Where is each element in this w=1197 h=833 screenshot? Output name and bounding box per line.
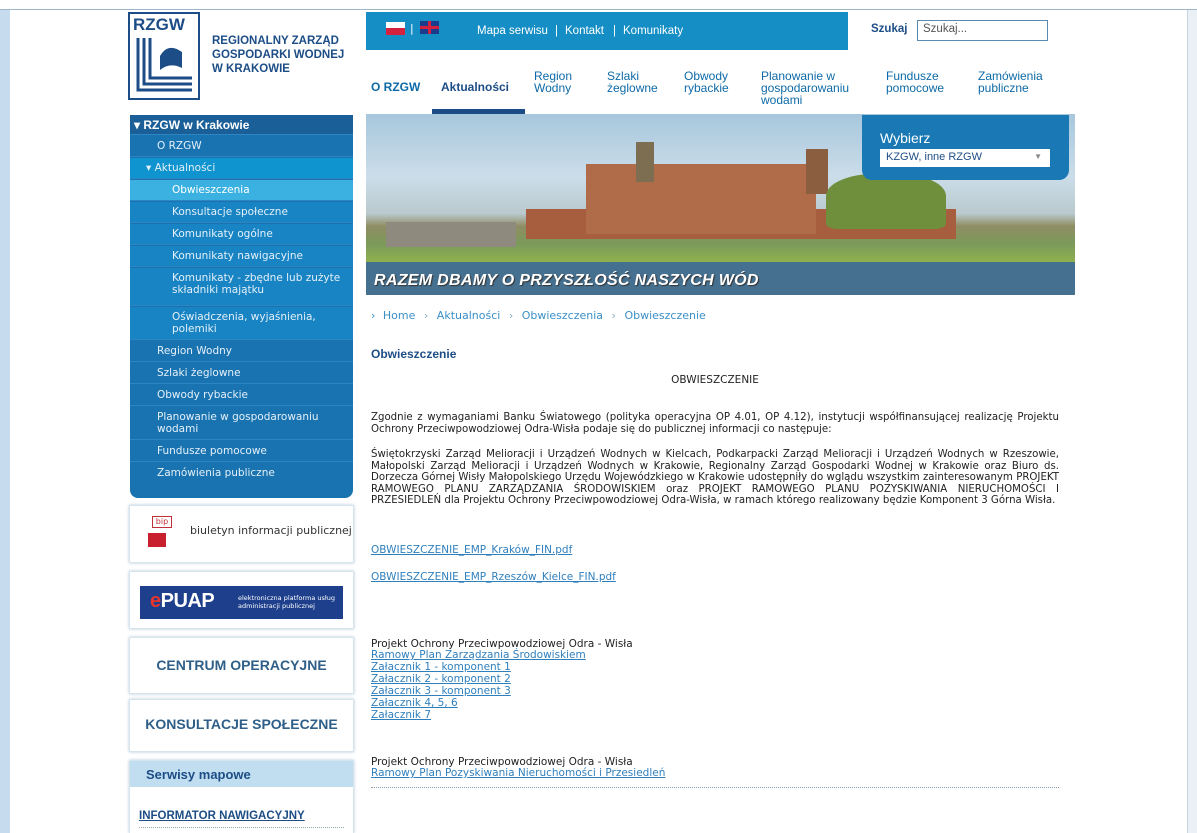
breadcrumb-separator: ›	[508, 309, 514, 322]
polish-flag-icon[interactable]	[386, 22, 405, 35]
nav-fundusze[interactable]: Fundusze pomocowe	[886, 70, 944, 94]
bip-logo-text: bip	[152, 516, 172, 528]
sidebar-item-obwieszczenia[interactable]: Obwieszczenia	[130, 180, 353, 201]
link-zalacznik-1[interactable]: Załacznik 1 - komponent 1	[371, 661, 511, 674]
sidebar-item-aktualnosci[interactable]: ▾ Aktualności	[130, 158, 353, 179]
nav-zamowienia[interactable]: Zamówienia publiczne	[978, 70, 1043, 94]
intro-paragraph: Zgodnie z wymaganiami Banku Światowego (…	[371, 412, 1059, 435]
nav-szlaki-zeglowne[interactable]: Szlaki żeglowne	[607, 70, 658, 94]
nav-aktualnosci[interactable]: Aktualności	[441, 81, 509, 93]
bip-banner[interactable]: bip biuletyn informacji publicznej	[129, 505, 354, 563]
sidebar-item-komunikaty-majatek[interactable]: Komunikaty - zbędne lub zużyte składniki…	[130, 268, 353, 306]
search-area: Szukaj Szukaj...	[848, 12, 1075, 50]
konsultacje-banner[interactable]: KONSULTACJE SPOŁECZNE	[129, 699, 354, 752]
sidebar-item-konsultacje[interactable]: Konsultacje społeczne	[130, 202, 353, 223]
sidebar-item-region-wodny[interactable]: Region Wodny	[130, 341, 353, 362]
site-logo[interactable]: RZGW REGIONALNY ZARZĄD GOSPODARKI WODNEJ…	[128, 6, 353, 106]
centrum-operacyjne-banner[interactable]: CENTRUM OPERACYJNE	[129, 637, 354, 694]
epuap-logo-e: e	[150, 590, 161, 612]
rzgw-select-value: KZGW, inne RZGW	[886, 151, 982, 163]
breadcrumb-home[interactable]: Home	[383, 309, 415, 322]
konsultacje-label: KONSULTACJE SPOŁECZNE	[145, 716, 338, 732]
sidebar-item-komunikaty-nawigacyjne[interactable]: Komunikaty nawigacyjne	[130, 246, 353, 267]
sidebar-item-obwody[interactable]: Obwody rybackie	[130, 385, 353, 406]
nav-planowanie[interactable]: Planowanie w gospodarowaniu wodami	[761, 70, 849, 106]
logo-line-1: REGIONALNY ZARZĄD	[212, 35, 339, 47]
breadcrumb: › Home › Aktualności › Obwieszczenia › O…	[371, 309, 706, 322]
banner-buildings	[386, 222, 516, 247]
rzgw-select[interactable]: KZGW, inne RZGW ▼	[880, 149, 1050, 167]
rzgw-selector-box: Wybierz KZGW, inne RZGW ▼	[862, 115, 1069, 180]
pdf-link-krakow[interactable]: OBWIESZCZENIE_EMP_Kraków_FIN.pdf	[371, 544, 572, 557]
nav-obwody-rybackie[interactable]: Obwody rybackie	[684, 70, 729, 94]
banner-tower-2	[806, 149, 828, 194]
flag-separator: |	[410, 22, 414, 35]
breadcrumb-separator: ›	[611, 309, 616, 322]
nav-region-wodny[interactable]: Region Wodny	[534, 70, 572, 94]
sidebar-item-oswiadczenia[interactable]: Oświadczenia, wyjaśnienia, polemiki	[130, 307, 353, 340]
logo-emblem: RZGW	[128, 12, 200, 100]
informator-nawigacyjny-link[interactable]: INFORMATOR NAWIGACYJNY	[139, 810, 305, 822]
pdf-link-rzeszow-kielce[interactable]: OBWIESZCZENIE_EMP_Rzeszów_Kielce_FIN.pdf	[371, 571, 616, 584]
chevron-down-icon: ▼	[1034, 152, 1042, 161]
link-zalacznik-7[interactable]: Załacznik 7	[371, 709, 431, 722]
content-divider	[371, 787, 1059, 788]
logo-text: REGIONALNY ZARZĄD GOSPODARKI WODNEJ W KR…	[212, 34, 352, 76]
sidebar-header[interactable]: ▾ RZGW w Krakowie	[130, 115, 353, 135]
toplink-separator-1: |	[555, 25, 558, 37]
nav-o-rzgw[interactable]: O RZGW	[371, 81, 420, 93]
serwisy-mapowe-title: Serwisy mapowe	[130, 761, 353, 787]
body-paragraph: Świętokrzyski Zarząd Melioracji i Urządz…	[371, 449, 1059, 506]
banner-caption: RAZEM DBAMY O PRZYSZŁOŚĆ NASZYCH WÓD	[374, 272, 759, 289]
logo-line-2: GOSPODARKI WODNEJ	[212, 49, 345, 61]
logo-abbr: RZGW	[133, 15, 185, 34]
breadcrumb-separator: ›	[371, 309, 376, 322]
link-zalacznik-4-5-6[interactable]: Załacznik 4, 5, 6	[371, 697, 458, 710]
epuap-subtitle: elektroniczna platforma usług administra…	[238, 594, 335, 610]
sidebar-item-planowanie[interactable]: Planowanie w gospodarowaniu wodami	[130, 407, 353, 440]
bip-logo-icon: bip	[144, 516, 178, 552]
divider	[139, 827, 344, 828]
sidebar-item-szlaki[interactable]: Szlaki żeglowne	[130, 363, 353, 384]
toplink-separator-2: |	[613, 25, 616, 37]
centrum-operacyjne-label: CENTRUM OPERACYJNE	[156, 657, 327, 673]
banner-castle	[586, 164, 816, 234]
banner-tower	[636, 142, 654, 182]
sidebar-menu: ▾ RZGW w Krakowie O RZGW ▾ Aktualności O…	[130, 115, 353, 498]
sidebar-header-label: RZGW w Krakowie	[143, 118, 250, 132]
link-ramowy-plan-nieruchomosci[interactable]: Ramowy Plan Pozyskiwania Nieruchomości i…	[371, 767, 665, 780]
breadcrumb-aktualnosci[interactable]: Aktualności	[437, 309, 501, 322]
bip-label: biuletyn informacji publicznej	[190, 524, 352, 537]
sidebar-item-komunikaty-ogolne[interactable]: Komunikaty ogólne	[130, 224, 353, 245]
announcements-link[interactable]: Komunikaty	[623, 25, 683, 37]
page-title: Obwieszczenie	[371, 347, 457, 361]
sidebar-item-zamowienia[interactable]: Zamówienia publiczne	[130, 463, 353, 484]
banner-trees	[826, 174, 946, 229]
epuap-logo: ePUAP elektroniczna platforma usług admi…	[140, 586, 343, 619]
logo-waves-icon	[136, 38, 192, 92]
document-heading: OBWIESZCZENIE	[671, 374, 759, 386]
scrollbar[interactable]	[1187, 10, 1197, 833]
english-flag-icon[interactable]	[420, 21, 439, 34]
serwisy-mapowe-box: Serwisy mapowe INFORMATOR NAWIGACYJNY	[129, 760, 354, 833]
sidebar-item-o-rzgw[interactable]: O RZGW	[130, 136, 353, 157]
sidebar-item-aktualnosci-label: Aktualności	[154, 162, 216, 174]
contact-link[interactable]: Kontakt	[565, 25, 604, 37]
epuap-banner[interactable]: ePUAP elektroniczna platforma usług admi…	[129, 571, 354, 629]
sidebar-item-fundusze[interactable]: Fundusze pomocowe	[130, 441, 353, 462]
link-zalacznik-3[interactable]: Załacznik 3 - komponent 3	[371, 685, 511, 698]
breadcrumb-current: Obwieszczenie	[624, 309, 706, 322]
epuap-logo-text: ePUAP	[150, 590, 215, 613]
link-ramowy-plan-srodowisko[interactable]: Ramowy Plan Zarządzania Środowiskiem	[371, 649, 586, 662]
search-input[interactable]: Szukaj...	[917, 20, 1048, 41]
sitemap-link[interactable]: Mapa serwisu	[477, 25, 548, 37]
logo-line-3: W KRAKOWIE	[212, 63, 290, 75]
link-zalacznik-2[interactable]: Załacznik 2 - komponent 2	[371, 673, 511, 686]
search-label: Szukaj	[871, 23, 908, 35]
selector-label: Wybierz	[880, 130, 931, 146]
breadcrumb-obwieszczenia[interactable]: Obwieszczenia	[522, 309, 603, 322]
epuap-logo-main: PUAP	[160, 590, 215, 612]
breadcrumb-separator: ›	[423, 309, 429, 322]
